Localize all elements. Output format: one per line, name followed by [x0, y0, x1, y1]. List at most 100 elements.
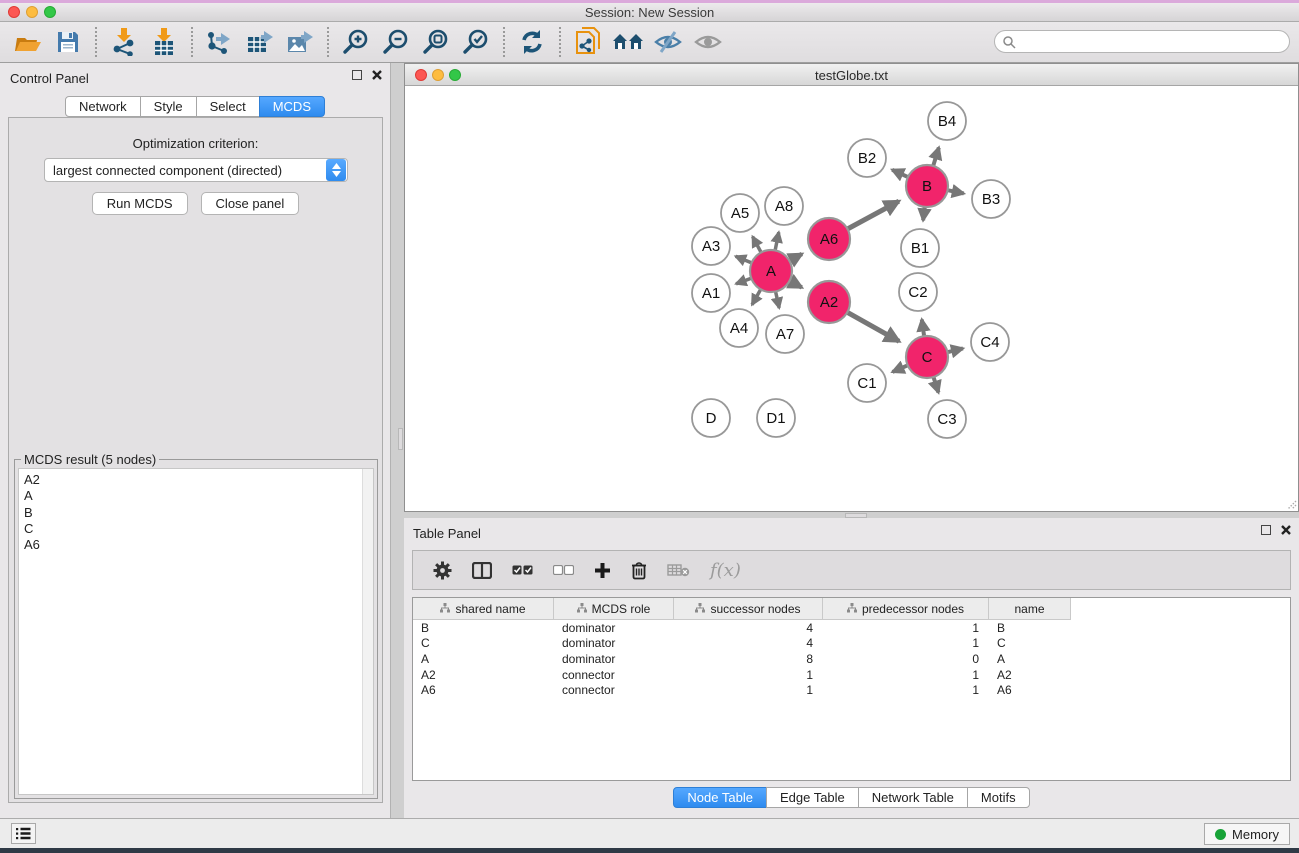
- graph-edge-A-A3[interactable]: [736, 256, 752, 263]
- show-graphics-button[interactable]: [688, 26, 728, 58]
- cell-shared-name[interactable]: B: [413, 621, 554, 635]
- graph-edge-A-A7[interactable]: [776, 291, 780, 307]
- home-button[interactable]: [608, 26, 648, 58]
- tab-select[interactable]: Select: [196, 96, 260, 117]
- cell-MCDS-role[interactable]: dominator: [554, 652, 674, 666]
- cell-predecessor-nodes[interactable]: 1: [823, 668, 989, 682]
- graph-edge-B-B2[interactable]: [892, 170, 908, 177]
- table-row[interactable]: A6connector11A6: [413, 682, 1290, 698]
- cell-MCDS-role[interactable]: dominator: [554, 636, 674, 650]
- run-mcds-button[interactable]: Run MCDS: [92, 192, 188, 215]
- cell-shared-name[interactable]: C: [413, 636, 554, 650]
- graph-edge-A2-C[interactable]: [847, 312, 899, 341]
- import-network-button[interactable]: [104, 26, 144, 58]
- result-item[interactable]: B: [24, 505, 373, 521]
- column-header-MCDS-role[interactable]: MCDS role: [554, 598, 674, 620]
- graph-edge-A-A4[interactable]: [752, 289, 761, 304]
- cell-name[interactable]: C: [989, 636, 1071, 650]
- graph-edge-A-A6[interactable]: [789, 254, 802, 261]
- cell-predecessor-nodes[interactable]: 1: [823, 636, 989, 650]
- open-session-button[interactable]: [8, 26, 48, 58]
- graph-edge-A6-B[interactable]: [847, 201, 898, 229]
- table-row[interactable]: Adominator80A: [413, 651, 1290, 667]
- cell-successor-nodes[interactable]: 1: [674, 683, 823, 697]
- cell-successor-nodes[interactable]: 1: [674, 668, 823, 682]
- cell-predecessor-nodes[interactable]: 0: [823, 652, 989, 666]
- column-header-name[interactable]: name: [989, 598, 1071, 620]
- cell-shared-name[interactable]: A2: [413, 668, 554, 682]
- export-table-button[interactable]: [240, 26, 280, 58]
- graph-edge-A-A1[interactable]: [736, 278, 751, 284]
- cell-shared-name[interactable]: A: [413, 652, 554, 666]
- optimization-criterion-dropdown[interactable]: largest connected component (directed): [44, 158, 348, 182]
- tab-mcds[interactable]: MCDS: [259, 96, 325, 117]
- result-item[interactable]: A: [24, 488, 373, 504]
- result-item[interactable]: C: [24, 521, 373, 537]
- cell-shared-name[interactable]: A6: [413, 683, 554, 697]
- network-graph[interactable]: B4B2BB3A5A8A6A3B1AA1C2A2A4A7C4CC1C3DD1: [405, 86, 1298, 511]
- mcds-result-list[interactable]: A2ABCA6: [18, 468, 374, 795]
- graph-edge-B-B1[interactable]: [923, 207, 925, 221]
- node-table[interactable]: shared nameMCDS rolesuccessor nodesprede…: [412, 597, 1291, 781]
- graph-edge-C-C1[interactable]: [893, 365, 908, 372]
- export-image-button[interactable]: [280, 26, 320, 58]
- table-row[interactable]: Bdominator41B: [413, 620, 1290, 636]
- save-session-button[interactable]: [48, 26, 88, 58]
- float-table-panel-icon[interactable]: [1261, 525, 1271, 535]
- memory-button[interactable]: Memory: [1204, 823, 1290, 845]
- zoom-in-button[interactable]: [336, 26, 376, 58]
- cell-MCDS-role[interactable]: dominator: [554, 621, 674, 635]
- cell-MCDS-role[interactable]: connector: [554, 668, 674, 682]
- zoom-fit-button[interactable]: [416, 26, 456, 58]
- cell-name[interactable]: A6: [989, 683, 1071, 697]
- search-input[interactable]: [1016, 33, 1289, 51]
- table-row[interactable]: A2connector11A2: [413, 667, 1290, 683]
- tab-network-table[interactable]: Network Table: [858, 787, 968, 808]
- graph-edge-C-C4[interactable]: [947, 348, 963, 352]
- tab-node-table[interactable]: Node Table: [673, 787, 767, 808]
- result-item[interactable]: A6: [24, 537, 373, 553]
- toggle-panes-icon[interactable]: [472, 562, 492, 579]
- result-scrollbar[interactable]: [362, 469, 373, 794]
- graph-edge-A-A2[interactable]: [790, 281, 802, 288]
- close-panel-icon[interactable]: [372, 70, 382, 80]
- network-from-file-button[interactable]: [568, 26, 608, 58]
- graph-edge-A-A8[interactable]: [775, 232, 779, 250]
- graph-edge-A-A5[interactable]: [753, 237, 762, 253]
- cell-successor-nodes[interactable]: 8: [674, 652, 823, 666]
- graph-edge-B-B3[interactable]: [948, 190, 964, 193]
- cell-name[interactable]: B: [989, 621, 1071, 635]
- cell-successor-nodes[interactable]: 4: [674, 636, 823, 650]
- tab-style[interactable]: Style: [140, 96, 197, 117]
- cell-MCDS-role[interactable]: connector: [554, 683, 674, 697]
- network-frame-titlebar[interactable]: testGlobe.txt: [405, 64, 1298, 86]
- close-table-panel-icon[interactable]: [1281, 525, 1291, 535]
- cell-name[interactable]: A2: [989, 668, 1071, 682]
- import-table-button[interactable]: [144, 26, 184, 58]
- result-item[interactable]: A2: [24, 472, 373, 488]
- cell-successor-nodes[interactable]: 4: [674, 621, 823, 635]
- export-network-button[interactable]: [200, 26, 240, 58]
- add-column-icon[interactable]: [594, 562, 611, 579]
- task-history-button[interactable]: [11, 823, 36, 844]
- tab-network[interactable]: Network: [65, 96, 141, 117]
- refresh-button[interactable]: [512, 26, 552, 58]
- hide-graphics-button[interactable]: [648, 26, 688, 58]
- zoom-out-button[interactable]: [376, 26, 416, 58]
- graph-edge-C-C2[interactable]: [922, 320, 924, 337]
- graph-edge-B-B4[interactable]: [933, 148, 939, 166]
- column-header-predecessor-nodes[interactable]: predecessor nodes: [823, 598, 989, 620]
- zoom-selected-button[interactable]: [456, 26, 496, 58]
- cell-predecessor-nodes[interactable]: 1: [823, 683, 989, 697]
- deselect-all-icon[interactable]: [553, 565, 574, 575]
- table-row[interactable]: Cdominator41C: [413, 636, 1290, 652]
- settings-gear-icon[interactable]: [433, 561, 452, 580]
- search-field[interactable]: [994, 30, 1290, 53]
- column-header-successor-nodes[interactable]: successor nodes: [674, 598, 823, 620]
- close-panel-button[interactable]: Close panel: [201, 192, 300, 215]
- network-canvas[interactable]: B4B2BB3A5A8A6A3B1AA1C2A2A4A7C4CC1C3DD1: [405, 86, 1298, 511]
- column-header-shared-name[interactable]: shared name: [413, 598, 554, 620]
- cell-name[interactable]: A: [989, 652, 1071, 666]
- vertical-split-grip[interactable]: [398, 428, 403, 450]
- tab-edge-table[interactable]: Edge Table: [766, 787, 859, 808]
